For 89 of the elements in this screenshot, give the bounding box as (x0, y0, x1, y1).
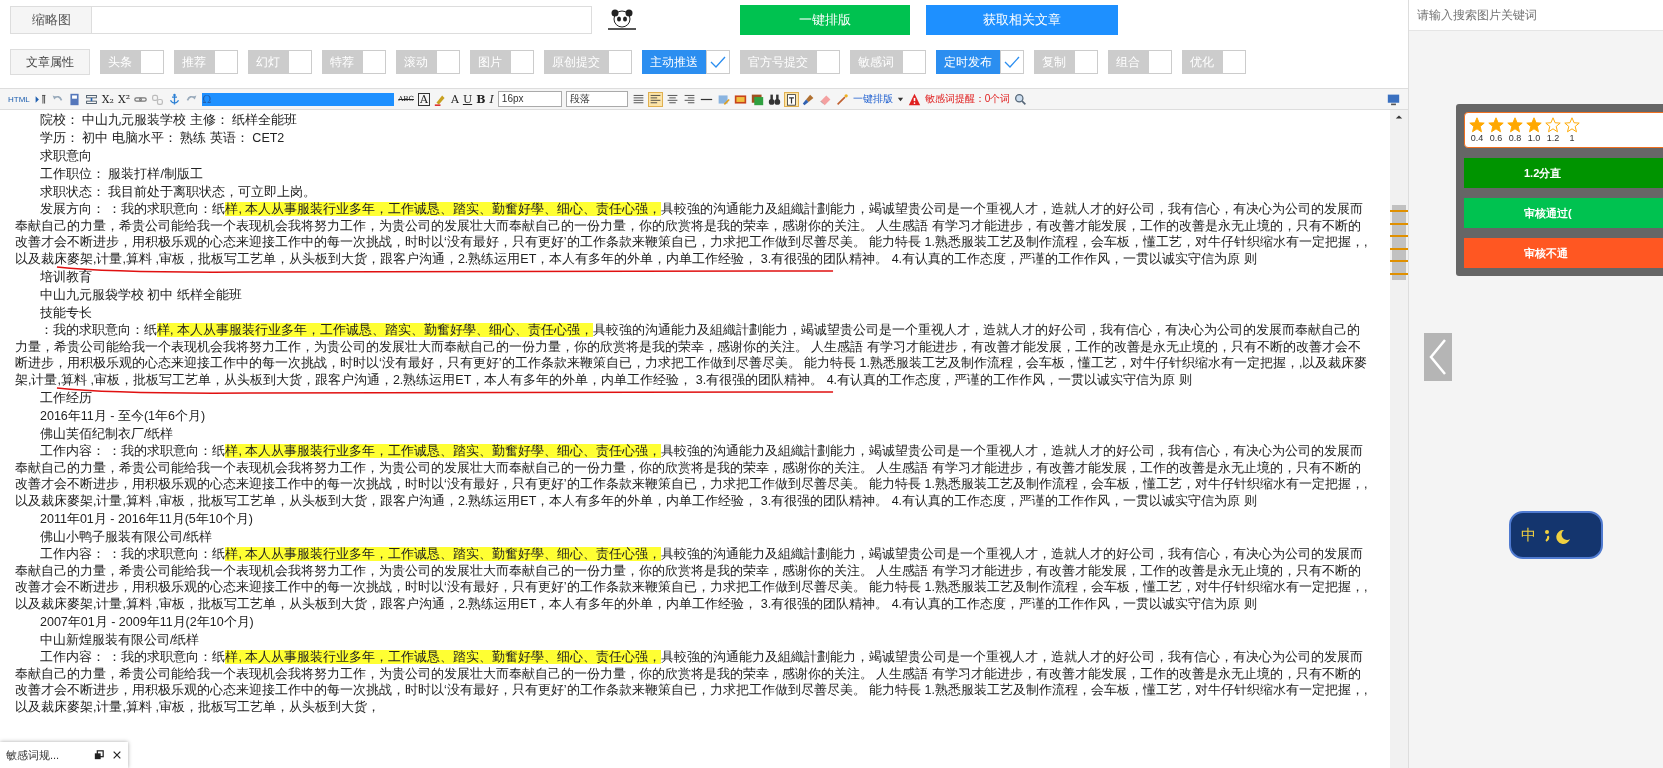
gallery-icon[interactable] (750, 92, 764, 106)
monitor-icon[interactable] (1387, 92, 1400, 106)
attribute-checkbox[interactable] (1148, 50, 1172, 74)
save-icon[interactable] (67, 92, 81, 106)
paragraph-format-select[interactable]: 段落 (565, 91, 628, 107)
empty-star-icon[interactable] (1564, 117, 1580, 133)
scrollbar[interactable] (1390, 110, 1408, 768)
resume-line: 佛山小鸭子服装有限公司/纸样 (39, 529, 214, 546)
resume-line: 中山九元服袋学校 初中 纸样全能班 (39, 287, 243, 304)
filled-star-icon[interactable] (1469, 117, 1485, 133)
align-left-icon[interactable] (648, 92, 662, 106)
subscript-button[interactable]: X₂ (101, 92, 115, 106)
check-icon (1004, 56, 1020, 68)
justify-icon[interactable] (631, 92, 645, 106)
attribute-checkbox[interactable] (362, 50, 386, 74)
sensitive-word-warning: 敏感词提醒：0个词 (924, 92, 1011, 106)
attribute-checkbox[interactable] (436, 50, 460, 74)
input-method-widget[interactable]: 中 (1509, 511, 1603, 559)
score-label: 1 (1568, 133, 1576, 143)
italic-button[interactable]: I (489, 92, 494, 106)
html-source-button[interactable]: HTML (8, 94, 30, 104)
anchor-icon[interactable] (168, 92, 182, 106)
attribute-checkbox[interactable] (140, 50, 164, 74)
image-icon[interactable] (733, 92, 747, 106)
attribute-checkbox[interactable] (902, 50, 926, 74)
warning-icon (907, 92, 921, 106)
score-label: 1.0 (1526, 133, 1542, 143)
score-label: 0.8 (1507, 133, 1523, 143)
bold-button[interactable]: B (476, 92, 486, 106)
resume-line: 学历： 初中 电脑水平： 熟练 英语： CET2 (39, 130, 286, 147)
attributes-label: 文章属性 (10, 49, 90, 75)
resume-paragraph: ：我的求职意向：纸样, 本人从事服装行业多年，工作诚恳、踏实、勤奮好學、细心、责任心强，具較強的沟通能力及組織計劃能力，竭诚望贵公司是一个重视人才，造就人才的好公司，我有信心，有决心为公司的发展而奉献自己的力量，希贵公司能给我一个表现机会我将努力工作，为贵公司的发展壮大而奉献自己的一份力量，你的欣赏将是我的荣幸，感谢你的关注。 人生感語 有学习才能进步，有改善才能发展，工作的改善是永无止境的，只有不断的改善才会不断进步，用积极乐观的心态来迎接工作中的每一次挑战，时时以‘没有最好，只有更好’的工作条款来鞭策自已，力求把工作做到尽善尽美。 能力特長 1.熟悉服装工艺及制作流程，会车板，懂工艺，对牛仔针织缩水有一定把握，,以及裁床麥架,计量,算料 ,审板，批板写工艺单，从头板到大货，跟客户沟通，2.熟练运用ET，本人有多年的外单，内单工作经验， 3.有很强的团队精神。 4.有认真的工作态度，严谨的工作作风，一贯以诚实守信为原 则 (15, 322, 1369, 388)
attribute-checkbox[interactable] (816, 50, 840, 74)
attribute-checkbox[interactable] (608, 50, 632, 74)
resume-line: 2011年01月 - 2016年11月(5年10个月) (39, 511, 254, 528)
underline-button[interactable]: U (462, 92, 473, 106)
score-label: 1.2 (1545, 133, 1561, 143)
restore-icon[interactable] (94, 750, 104, 760)
resume-line: 培训教育 (39, 269, 93, 286)
score-label: 0.6 (1488, 133, 1504, 143)
score-label: 0.4 (1469, 133, 1485, 143)
empty-star-icon[interactable] (1545, 117, 1561, 133)
attribute-label: 定时发布 (936, 50, 1000, 74)
magic-wand-icon[interactable] (835, 92, 849, 106)
text-style-button[interactable]: A (417, 92, 430, 106)
attribute-checkbox[interactable] (510, 50, 534, 74)
paste-text-icon[interactable] (784, 92, 798, 106)
filled-star-icon[interactable] (1526, 117, 1542, 133)
thumbnail-field[interactable]: 缩略图 (10, 6, 592, 34)
search-icon[interactable] (1014, 92, 1028, 106)
brush-icon[interactable] (801, 92, 815, 106)
notice-title: 敏感词规... (6, 747, 61, 763)
font-color-button[interactable]: A (450, 92, 459, 106)
resume-line: 佛山芙佰纪制衣厂/纸样 (39, 426, 175, 443)
previous-button[interactable] (1424, 333, 1452, 381)
resume-line: 工作职位： 服装打样/制版工 (39, 166, 204, 183)
resume-line: 2016年11月 - 至今(1年6个月) (39, 408, 207, 425)
close-icon[interactable] (112, 750, 122, 760)
image-search-field[interactable]: 请输入搜索图片关键词 (1409, 0, 1663, 31)
filled-star-icon[interactable] (1488, 117, 1504, 133)
insert-row-icon[interactable] (84, 92, 98, 106)
attribute-checkbox[interactable] (706, 50, 730, 74)
resume-line: 技能专长 (39, 305, 93, 322)
scroll-up-icon[interactable] (1395, 114, 1403, 120)
resume-line: 工作经历 (39, 390, 93, 407)
attribute-checkbox[interactable] (214, 50, 238, 74)
attribute-checkbox[interactable] (1000, 50, 1024, 74)
resume-line: 2007年01月 - 2009年11月(2年10个月) (39, 614, 255, 631)
binoculars-icon[interactable] (767, 92, 781, 106)
superscript-button[interactable]: X² (118, 92, 131, 106)
font-size-select[interactable]: 16px (497, 91, 562, 107)
attribute-checkbox[interactable] (288, 50, 312, 74)
caret-icon[interactable] (896, 95, 904, 103)
attribute-checkbox[interactable] (1222, 50, 1246, 74)
thumbnail-label: 缩略图 (11, 7, 92, 33)
align-right-icon[interactable] (682, 92, 696, 106)
unlink-icon[interactable] (151, 92, 165, 106)
attribute-label: 主动推送 (642, 50, 706, 74)
resume-line: 求职意向 (39, 148, 93, 165)
paragraph-icon[interactable] (33, 92, 47, 106)
review-button[interactable]: 1.2分直 (1464, 158, 1663, 188)
align-center-icon[interactable] (665, 92, 679, 106)
check-icon (710, 56, 726, 68)
resume-line: 院校： 中山九元服装学校 主修： 纸样全能班 (39, 112, 299, 129)
layout-button[interactable]: 一键排版 (852, 92, 893, 106)
resume-line: 中山新煌服装有限公司/纸样 (39, 632, 201, 649)
filled-star-icon[interactable] (1507, 117, 1523, 133)
attribute-checkbox[interactable] (1074, 50, 1098, 74)
resume-line: 求职状态： 我目前处于离职状态，可立即上岗。 (39, 184, 318, 201)
